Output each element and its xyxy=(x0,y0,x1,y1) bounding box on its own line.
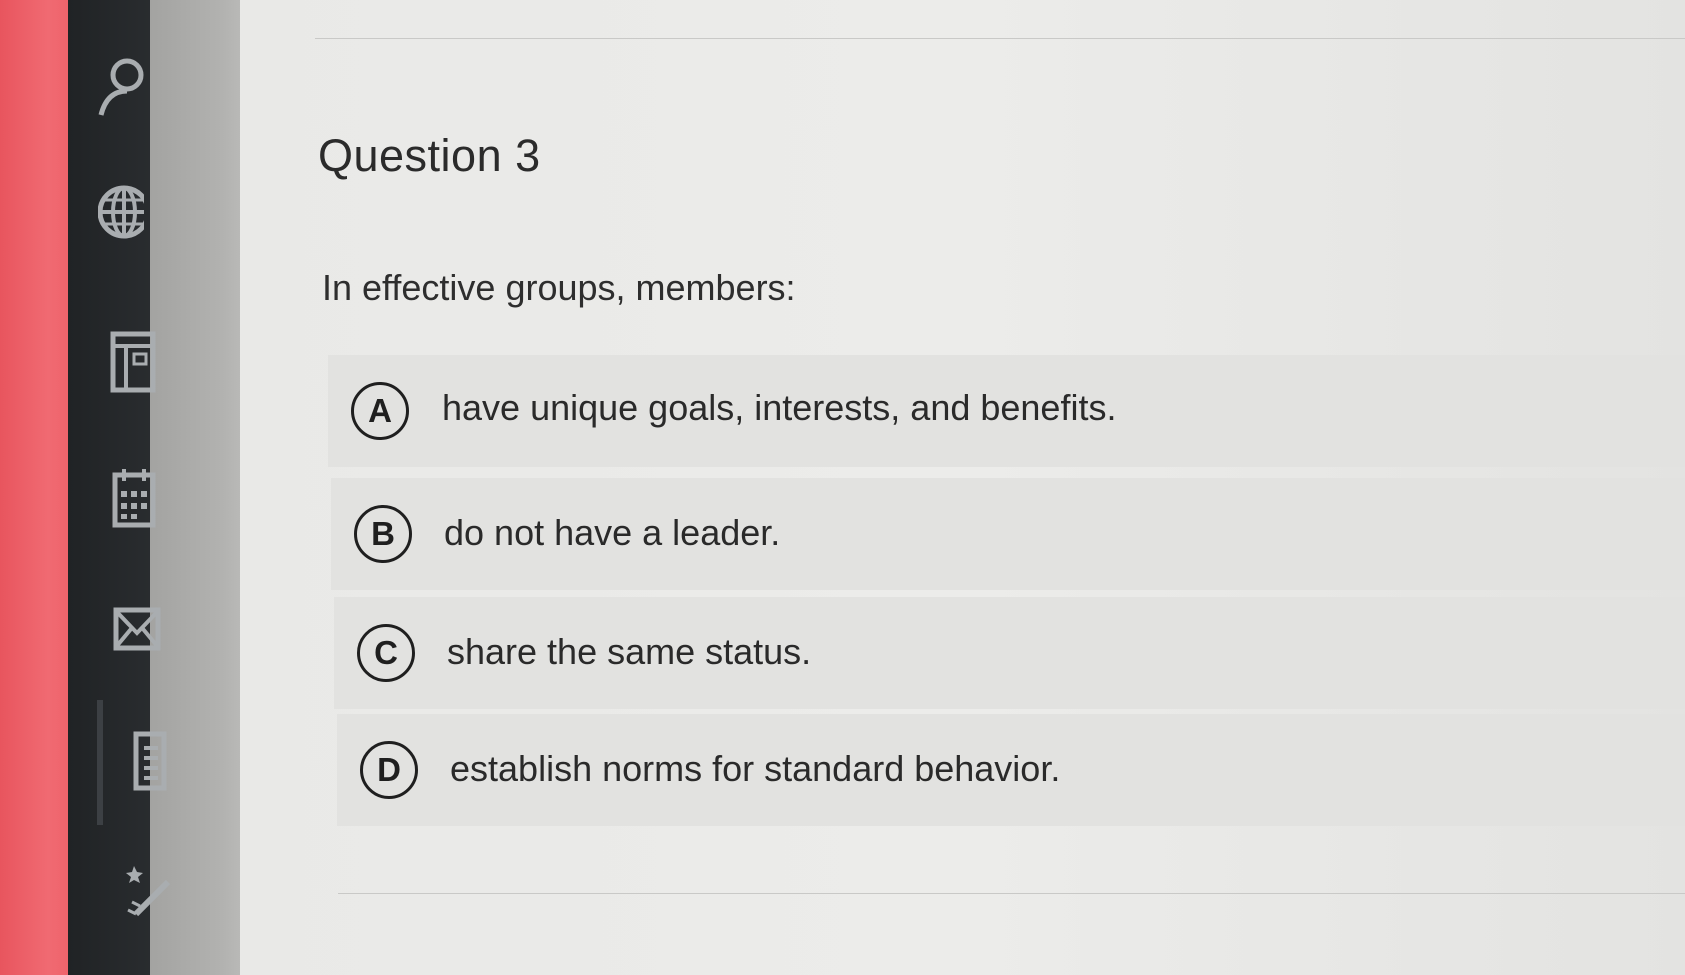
answer-option-c[interactable]: C share the same status. xyxy=(334,597,1685,709)
globe-icon[interactable] xyxy=(98,182,144,242)
answer-option-d[interactable]: D establish norms for standard behavior. xyxy=(337,714,1685,826)
courses-icon[interactable] xyxy=(110,330,156,394)
answer-option-b[interactable]: B do not have a leader. xyxy=(331,478,1685,590)
history-icon[interactable] xyxy=(130,730,168,792)
answer-option-a[interactable]: A have unique goals, interests, and bene… xyxy=(328,355,1685,467)
option-letter-b[interactable]: B xyxy=(354,505,412,563)
calendar-icon[interactable] xyxy=(112,467,156,529)
help-icon[interactable] xyxy=(126,860,174,922)
nav-active-indicator xyxy=(97,700,103,825)
option-letter-c[interactable]: C xyxy=(357,624,415,682)
option-letter-d[interactable]: D xyxy=(360,741,418,799)
option-text-c[interactable]: share the same status. xyxy=(447,631,811,673)
account-icon[interactable] xyxy=(97,55,145,117)
option-letter-a[interactable]: A xyxy=(351,382,409,440)
question-prompt: In effective groups, members: xyxy=(322,267,796,308)
option-text-b[interactable]: do not have a leader. xyxy=(444,512,780,554)
question-title: Question 3 xyxy=(318,130,541,181)
inbox-icon[interactable] xyxy=(113,605,161,653)
option-text-a[interactable]: have unique goals, interests, and benefi… xyxy=(442,387,1116,429)
option-text-d[interactable]: establish norms for standard behavior. xyxy=(450,748,1060,790)
question-top-divider xyxy=(315,38,1685,39)
question-bottom-divider xyxy=(338,893,1685,894)
